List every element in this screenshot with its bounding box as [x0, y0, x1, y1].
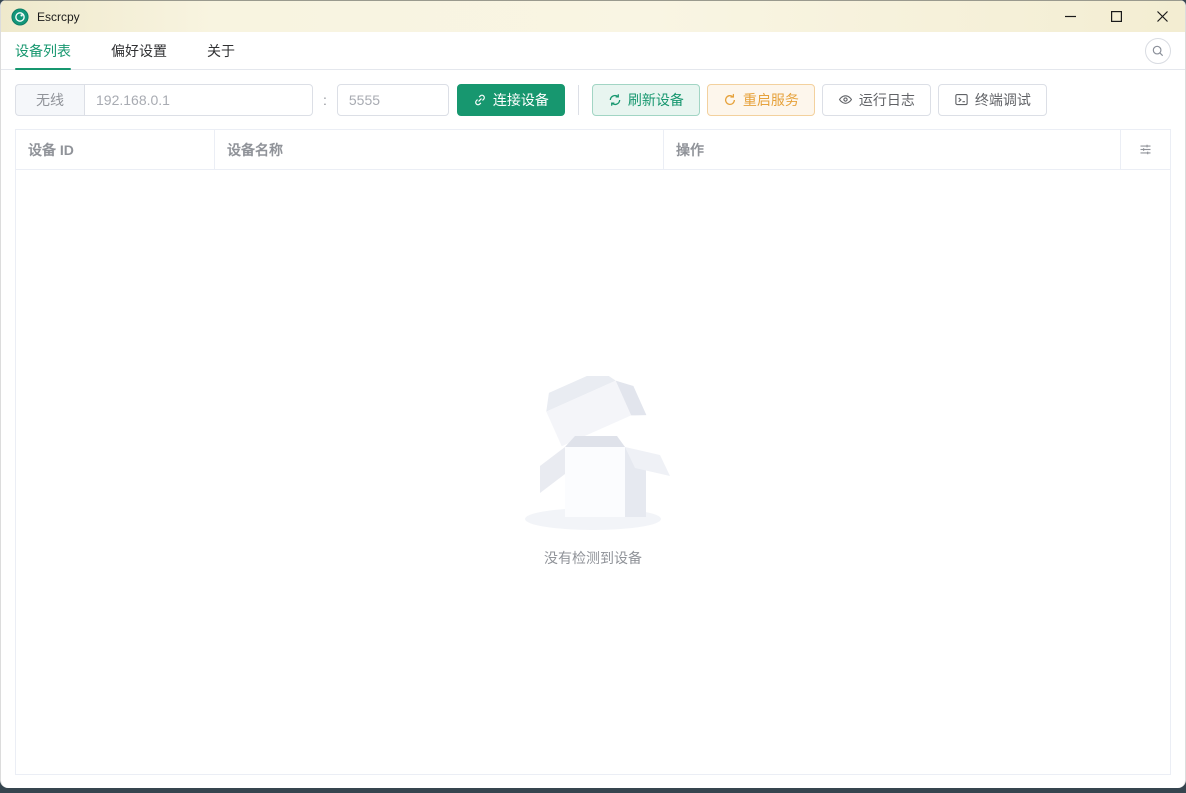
ip-port-separator: : — [323, 91, 327, 108]
wireless-label: 无线 — [15, 83, 84, 116]
search-button[interactable] — [1145, 37, 1171, 64]
connect-icon — [473, 93, 487, 107]
terminal-debug-button[interactable]: 终端调试 — [937, 83, 1047, 116]
port-input[interactable] — [336, 83, 449, 116]
search-icon — [1151, 44, 1165, 58]
app-window: Escrcpy 设备列表 偏好设置 关于 无线 192.168.0.1: 55… — [0, 0, 1186, 788]
restart-service-button[interactable]: 重启服务 — [706, 83, 815, 116]
device-table-header: 设备 ID 设备名称 操作 — [16, 130, 1170, 170]
window-controls — [1047, 1, 1185, 32]
column-settings-button[interactable] — [1121, 130, 1170, 169]
refresh-icon — [607, 92, 622, 107]
refresh-devices-label: 刷新设备 — [627, 91, 684, 108]
tab-bar: 设备列表 偏好设置 关于 — [1, 32, 1185, 70]
close-button[interactable] — [1139, 1, 1185, 32]
device-table-body: 没有检测到设备 — [16, 170, 1170, 774]
app-logo-icon — [11, 7, 29, 26]
device-table: 设备 ID 设备名称 操作 没有检测到设备 — [15, 129, 1171, 775]
toolbar: 无线 : 连接设备 — [1, 70, 1185, 129]
connect-device-label: 连接设备 — [492, 91, 549, 108]
connect-device-button[interactable]: 连接设备 — [456, 83, 565, 116]
run-log-button[interactable]: 运行日志 — [821, 83, 931, 116]
run-log-label: 运行日志 — [858, 91, 915, 108]
column-header-actions: 操作 — [664, 130, 1121, 169]
column-header-device-name: 设备名称 — [215, 130, 664, 169]
toolbar-divider — [577, 84, 579, 115]
ip-address-input[interactable] — [84, 83, 313, 116]
titlebar: Escrcpy — [1, 0, 1185, 32]
refresh-devices-button[interactable]: 刷新设备 — [591, 83, 700, 116]
tab-about[interactable]: 关于 — [207, 32, 235, 69]
terminal-icon — [954, 92, 969, 107]
empty-box-illustration — [513, 370, 673, 536]
minimize-button[interactable] — [1047, 1, 1093, 32]
terminal-debug-label: 终端调试 — [974, 91, 1031, 108]
restart-service-label: 重启服务 — [742, 91, 799, 108]
maximize-button[interactable] — [1093, 1, 1139, 32]
eye-icon — [838, 92, 853, 107]
restart-icon — [723, 93, 737, 107]
tab-device-list[interactable]: 设备列表 — [15, 32, 71, 70]
column-settings-icon — [1138, 142, 1153, 157]
empty-state-message: 没有检测到设备 — [544, 550, 642, 566]
window-title: Escrcpy — [37, 9, 80, 24]
wireless-address-group: 无线 — [15, 83, 313, 116]
tab-preferences[interactable]: 偏好设置 — [111, 32, 167, 69]
column-header-device-id: 设备 ID — [16, 130, 215, 169]
